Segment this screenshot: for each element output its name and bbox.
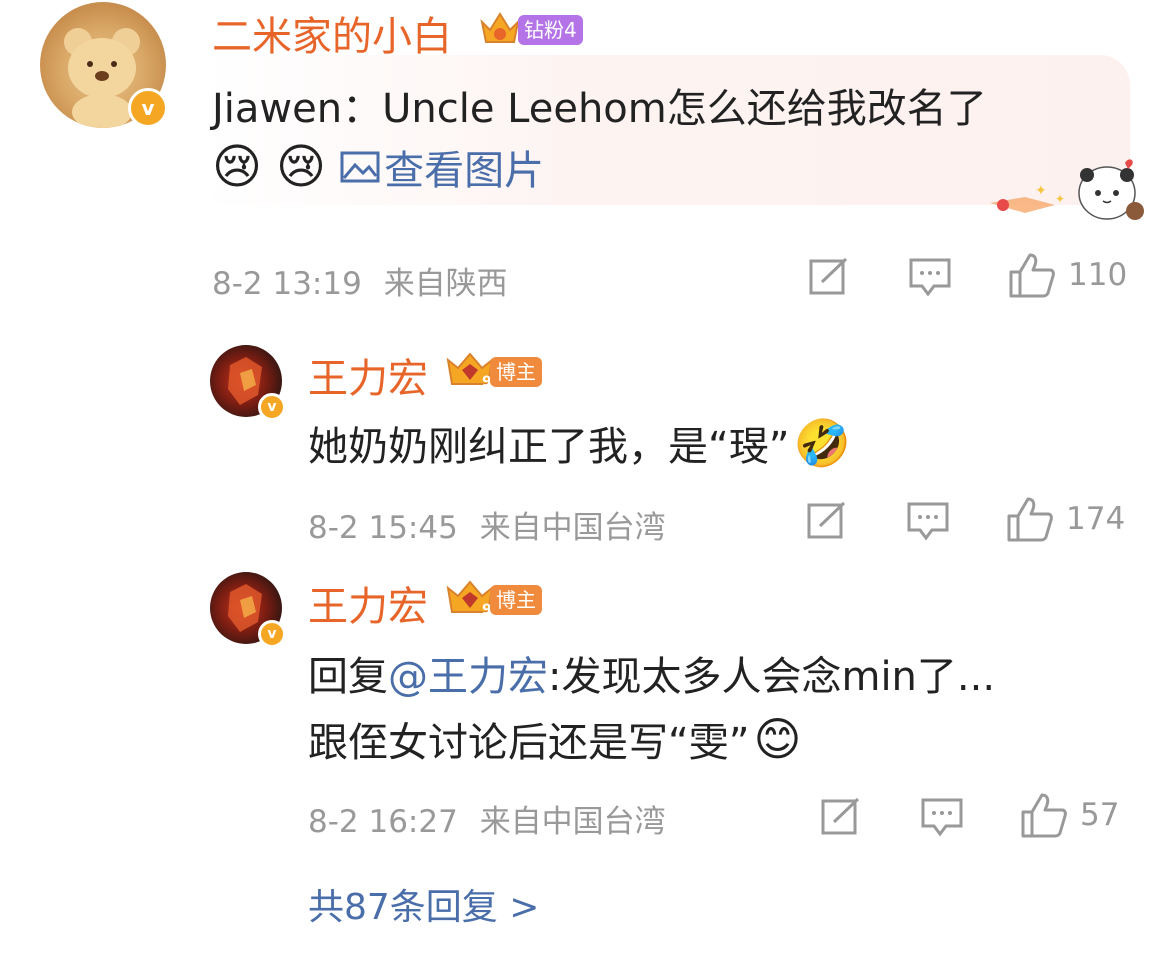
thumbs-up-icon bbox=[1021, 793, 1067, 838]
blogger-tag: 博主 bbox=[490, 585, 542, 615]
comment-button[interactable] bbox=[920, 796, 964, 838]
mention-link[interactable]: @王力宏 bbox=[388, 654, 548, 700]
comment-text-line-2: 跟侄女讨论后还是写“雯” 😊 bbox=[308, 710, 801, 768]
like-count: 57 bbox=[1080, 797, 1120, 833]
more-replies-link[interactable]: 共87条回复 > bbox=[308, 878, 539, 930]
reply-prefix: 回复 bbox=[308, 654, 388, 700]
username[interactable]: 王力宏 bbox=[308, 574, 428, 632]
reply-text: :发现太多人会念min了... bbox=[548, 654, 996, 700]
reply-item: v 王力宏 9 博主 回复@王力宏:发现太多人会念min了... 跟侄女讨论后还… bbox=[0, 0, 1170, 860]
comment-location: 来自中国台湾 bbox=[479, 804, 666, 840]
reply-text: 跟侄女讨论后还是写“雯” bbox=[308, 720, 750, 766]
smiling-emoji-icon: 😊 bbox=[753, 712, 802, 766]
blogger-badge[interactable]: 9 博主 bbox=[444, 578, 542, 622]
user-avatar[interactable]: v bbox=[210, 572, 286, 648]
comment-icon bbox=[921, 798, 963, 837]
comment-meta: 8-2 16:27 来自中国台湾 bbox=[308, 796, 666, 841]
diamond-crown-icon: 9 bbox=[444, 578, 496, 622]
repost-icon bbox=[821, 797, 860, 835]
comment-text-line-1: 回复@王力宏:发现太多人会念min了... bbox=[308, 644, 995, 702]
verified-badge-icon: v bbox=[258, 620, 286, 648]
repost-button[interactable] bbox=[820, 796, 862, 836]
like-button[interactable]: 57 bbox=[1020, 792, 1119, 838]
comment-time: 8-2 16:27 bbox=[308, 804, 458, 840]
